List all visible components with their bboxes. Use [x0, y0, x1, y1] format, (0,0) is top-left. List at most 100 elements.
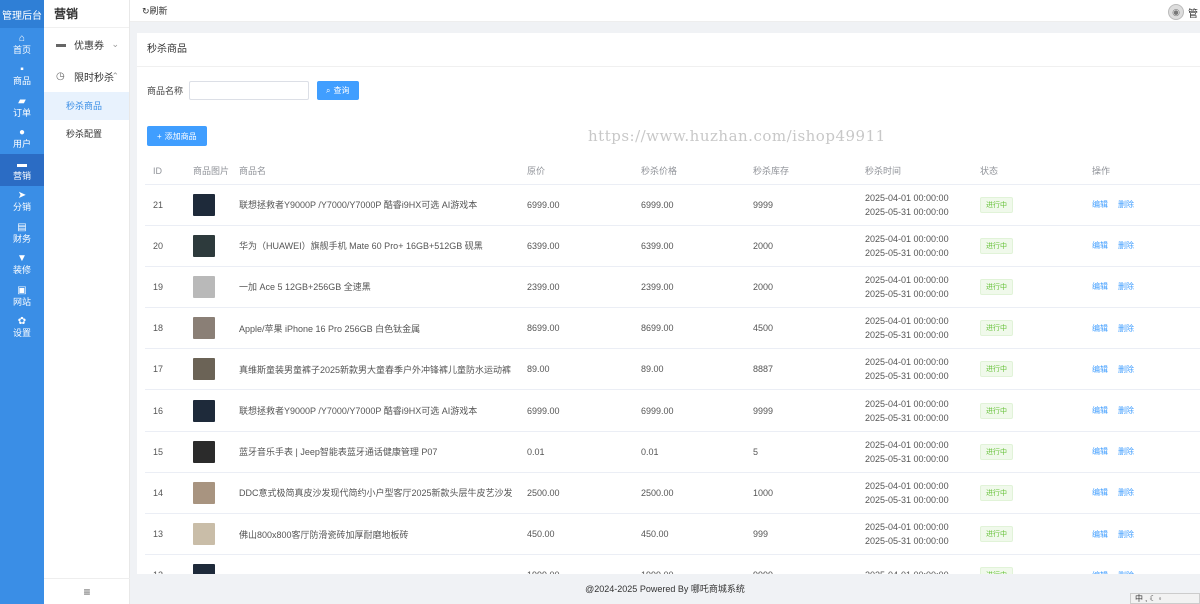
- cell-id: 21: [145, 184, 185, 226]
- cell-actions: 编辑 删除: [1084, 266, 1200, 309]
- cell-name: 佛山800x800客厅防滑瓷砖加厚耐磨地板砖: [231, 513, 519, 556]
- cell-image: [185, 184, 231, 226]
- cell-stock: 4500: [745, 307, 857, 350]
- cell-name: Apple/苹果 iPhone 16 Pro 256GB 白色钛金属: [231, 307, 519, 350]
- delete-link[interactable]: 删除: [1118, 324, 1134, 333]
- cell-actions: 编辑 删除: [1084, 472, 1200, 515]
- product-thumbnail: [193, 234, 215, 257]
- product-thumbnail: [193, 193, 215, 216]
- status-badge: 进行中: [980, 443, 1013, 460]
- cell-flash-price: 2399.00: [633, 266, 745, 309]
- rail-item-label: 用户: [12, 139, 31, 150]
- cell-price: 0.01: [519, 431, 633, 473]
- cell-image: [185, 554, 231, 574]
- time-start: 2025-04-01 00:00:00: [865, 398, 949, 409]
- rail-item-8[interactable]: ▣ 网站: [0, 280, 44, 312]
- time-start: 2025-04-01 00:00:00: [865, 316, 949, 327]
- cell-time: 2025-04-01 00:00:00 2025-05-31 00:00:00: [857, 389, 972, 432]
- delete-link[interactable]: 删除: [1118, 488, 1134, 497]
- bag-icon: ▪: [20, 64, 24, 76]
- cell-stock: 5: [745, 431, 857, 473]
- cell-actions: 编辑 删除: [1084, 389, 1200, 432]
- cell-price: 2500.00: [519, 472, 633, 515]
- order-icon: ▰: [18, 95, 26, 107]
- rail-item-5[interactable]: ➤ 分销: [0, 186, 44, 218]
- refresh-button[interactable]: ↻刷新: [142, 4, 168, 17]
- cell-name: 华为（HUAWEI）旗舰手机 Mate 60 Pro+ 16GB+512GB 砚…: [231, 225, 519, 267]
- watermark-text: https://www.huzhan.com/ishop49911: [588, 127, 886, 145]
- collapse-menu-icon[interactable]: ≡: [44, 578, 130, 604]
- avatar[interactable]: ◉: [1168, 4, 1184, 20]
- menu-group-coupon[interactable]: ▬ 优惠券 ⌄: [44, 28, 129, 60]
- menu-item-flash-goods[interactable]: 秒杀商品: [44, 92, 129, 120]
- add-button-label: 添加商品: [164, 131, 197, 141]
- cell-status: 进行中: [972, 389, 1084, 432]
- rail-item-1[interactable]: ▪ 商品: [0, 60, 44, 92]
- rail-item-label: 分销: [12, 202, 31, 213]
- cell-stock: 8887: [745, 348, 857, 391]
- cell-stock: 2000: [745, 225, 857, 267]
- delete-link[interactable]: 删除: [1118, 365, 1134, 374]
- product-name-input[interactable]: [189, 81, 310, 100]
- menu-item-flash-config[interactable]: 秒杀配置: [44, 120, 129, 148]
- delete-link[interactable]: 删除: [1118, 200, 1134, 209]
- delete-link[interactable]: 删除: [1118, 406, 1134, 415]
- rail-item-0[interactable]: ⌂ 首页: [0, 28, 44, 60]
- column-header: 秒杀时间: [857, 158, 972, 185]
- ime-indicator[interactable]: 中 ‚ ☾ ◦: [1130, 593, 1200, 604]
- cell-time: 2025-04-01 00:00:00 2025-05-31 00:00:00: [857, 513, 972, 556]
- cell-price: 1999.00: [519, 554, 633, 574]
- column-header: 状态: [972, 158, 1084, 185]
- rail-item-4[interactable]: ▬ 营销: [0, 154, 44, 186]
- edit-link[interactable]: 编辑: [1092, 241, 1108, 250]
- edit-link[interactable]: 编辑: [1092, 200, 1108, 209]
- edit-link[interactable]: 编辑: [1092, 571, 1108, 574]
- edit-link[interactable]: 编辑: [1092, 406, 1108, 415]
- cell-time: 2025-04-01 00:00:00 2025-05-31 00:00:00: [857, 307, 972, 350]
- cell-time: 2025-04-01 00:00:00 2025-05-31 00:00:00: [857, 472, 972, 515]
- cell-flash-price: 6999.00: [633, 184, 745, 226]
- delete-link[interactable]: 删除: [1118, 241, 1134, 250]
- add-product-button[interactable]: + 添加商品: [147, 126, 207, 146]
- delete-link[interactable]: 删除: [1118, 282, 1134, 291]
- time-end: 2025-05-31 00:00:00: [865, 536, 949, 547]
- delete-link[interactable]: 删除: [1118, 530, 1134, 539]
- cell-actions: 编辑 删除: [1084, 225, 1200, 267]
- cell-actions: 编辑 删除: [1084, 184, 1200, 226]
- rail-item-3[interactable]: ● 用户: [0, 123, 44, 155]
- edit-link[interactable]: 编辑: [1092, 447, 1108, 456]
- edit-link[interactable]: 编辑: [1092, 324, 1108, 333]
- cell-status: 进行中: [972, 225, 1084, 267]
- rail-item-label: 商品: [12, 76, 31, 87]
- edit-link[interactable]: 编辑: [1092, 282, 1108, 291]
- rail-item-6[interactable]: ▤ 财务: [0, 217, 44, 249]
- time-end: 2025-05-31 00:00:00: [865, 288, 949, 299]
- search-form: 商品名称 ⌕ 查询: [147, 81, 359, 100]
- table-row: 21 联想拯救者Y9000P /Y7000/Y7000P 酷睿i9HX可选 AI游…: [145, 184, 1200, 226]
- status-badge: 进行中: [980, 361, 1013, 378]
- cell-status: 进行中: [972, 266, 1084, 309]
- edit-link[interactable]: 编辑: [1092, 530, 1108, 539]
- rail-item-2[interactable]: ▰ 订单: [0, 91, 44, 123]
- user-name[interactable]: 管: [1188, 5, 1198, 20]
- product-thumbnail: [193, 317, 215, 340]
- cell-time: 2025-04-01 00:00:00 2025-05-31 00:00:00: [857, 225, 972, 267]
- main-nav-rail: 管理后台 ⌂ 首页 ▪ 商品 ▰ 订单 ● 用户 ▬ 营销 ➤ 分销 ▤ 财务 ▼ 装修 ▣ 网站 ✿ 设置: [0, 0, 44, 604]
- cell-flash-price: 1999.00: [633, 554, 745, 574]
- rail-item-9[interactable]: ✿ 设置: [0, 312, 44, 344]
- cell-id: 15: [145, 431, 185, 473]
- cell-status: 进行中: [972, 307, 1084, 350]
- table-row: 17 真维斯童装男童裤子2025新款男大童春季户外冲锋裤儿童防水运动裤 89.00 8…: [145, 348, 1200, 391]
- delete-link[interactable]: 删除: [1118, 447, 1134, 456]
- edit-link[interactable]: 编辑: [1092, 488, 1108, 497]
- column-header: 原价: [519, 158, 633, 185]
- cell-status: 进行中: [972, 184, 1084, 226]
- rail-item-7[interactable]: ▼ 装修: [0, 249, 44, 281]
- time-start: 2025-04-01 00:00:00: [865, 357, 949, 368]
- cell-id: 14: [145, 472, 185, 515]
- delete-link[interactable]: 删除: [1118, 571, 1134, 574]
- edit-link[interactable]: 编辑: [1092, 365, 1108, 374]
- menu-group-flash-sale[interactable]: ◷ 限时秒杀 ⌃: [44, 60, 129, 92]
- search-button[interactable]: ⌕ 查询: [317, 81, 359, 100]
- cell-time: 2025-04-01 00:00:00 2025-05-31 00:00:00: [857, 348, 972, 391]
